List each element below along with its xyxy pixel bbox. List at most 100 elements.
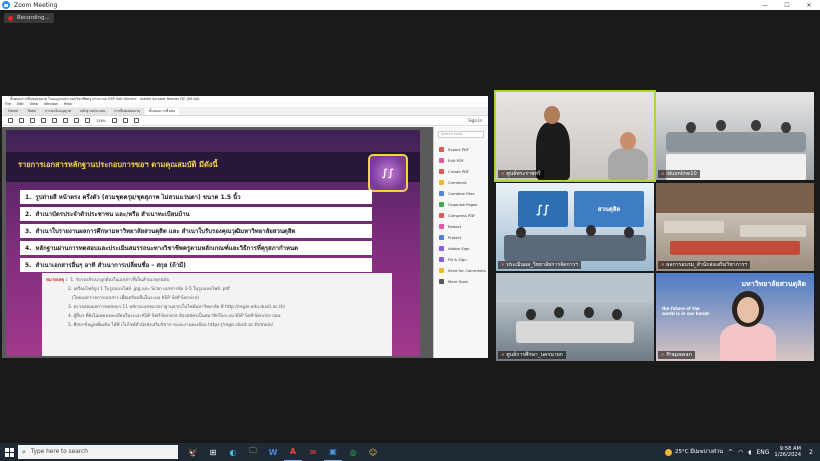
slide-title: รายการเอกสารหลักฐานประกอบการขอฯ ตามคุณสม… — [18, 160, 218, 169]
tab-home[interactable]: Home — [4, 108, 23, 115]
tools-search-input[interactable]: Search tools — [438, 131, 484, 138]
menu-file[interactable]: File — [5, 102, 11, 107]
notification-center-icon[interactable]: 2 — [806, 447, 816, 457]
participant-tile[interactable]: ∫∫ สวนดุสิต ประเมินผล_วิทยาลัยการจัดการฯ — [496, 183, 654, 271]
file-explorer-icon[interactable]: 🗀 — [244, 443, 262, 461]
tool-label: Adobe Sign — [448, 246, 470, 251]
cursor-icon[interactable] — [74, 118, 79, 123]
note-text: (โดยแยกรายการเอกสาร เพื่อเตรียมยื่นในระบ… — [72, 296, 199, 301]
tool-item[interactable]: Comment — [434, 177, 488, 188]
chevron-up-icon[interactable]: ^ — [728, 449, 733, 456]
print-icon[interactable] — [19, 118, 24, 123]
wifi-icon[interactable]: ◠ — [738, 449, 743, 456]
tool-icon — [439, 224, 444, 229]
acrobat-tools-pane: Search tools Export PDF Edit PDF Create PD… — [433, 127, 488, 358]
tab-doc-3[interactable]: การยื่นขอต่ออายุ — [110, 108, 144, 115]
tab-tools[interactable]: Tools — [23, 108, 40, 115]
windows-logo-icon — [4, 447, 14, 457]
task-view-icon[interactable]: ⊞ — [204, 443, 222, 461]
tools-list: Export PDF Edit PDF Create PDF Comment Combi… — [434, 144, 488, 287]
tool-item[interactable]: Protect — [434, 232, 488, 243]
tool-item[interactable]: Adobe Sign — [434, 243, 488, 254]
tool-item[interactable]: More Tools — [434, 276, 488, 287]
acrobat-toolbar: 126% Sign In — [2, 116, 488, 126]
clock[interactable]: 9:58 AM 1/26/2024 — [774, 446, 801, 459]
note-row: 3. ตรวจสอบผลการทดสอบฯ 11 หลักรองเลขมาตรา… — [46, 303, 388, 312]
tool-icon — [439, 202, 444, 207]
widget-eagle-icon[interactable]: 🦅 — [184, 443, 202, 461]
person-head — [620, 132, 636, 150]
tab-doc-active[interactable]: ขั้นตอนการยื่นขอ — [144, 108, 180, 115]
search-icon[interactable] — [41, 118, 46, 123]
menu-window[interactable]: Window — [44, 102, 58, 107]
tool-item[interactable]: Redact — [434, 221, 488, 232]
tool-label: More Tools — [448, 279, 468, 284]
sign-in-link[interactable]: Sign In — [468, 118, 482, 123]
zoom-app-icon[interactable]: ▣ — [324, 443, 342, 461]
close-button[interactable]: ✕ — [798, 0, 820, 10]
mail-icon[interactable] — [30, 118, 35, 123]
hand-icon[interactable] — [85, 118, 90, 123]
menu-view[interactable]: View — [30, 102, 38, 107]
mail-app-icon[interactable]: ✉ — [304, 443, 322, 461]
comment-icon[interactable] — [112, 118, 118, 123]
record-dot-icon — [8, 15, 13, 21]
tool-label: Compress PDF — [448, 213, 476, 218]
windows-taskbar: ⌕ Type here to search 🦅 ⊞ ◐ 🗀 W A ✉ ▣ ◎ … — [0, 443, 820, 461]
sign-icon[interactable] — [134, 118, 140, 123]
tool-item[interactable]: Combine Files — [434, 188, 488, 199]
language-indicator[interactable]: ENG — [756, 449, 769, 456]
window-controls: — ☐ ✕ — [754, 0, 820, 10]
menu-edit[interactable]: Edit — [17, 102, 24, 107]
person-head — [751, 120, 761, 131]
page-down-icon[interactable] — [63, 118, 68, 123]
tool-item[interactable]: Edit PDF — [434, 155, 488, 166]
taskbar-apps: 🦅 ⊞ ◐ 🗀 W A ✉ ▣ ◎ ☺ — [184, 443, 382, 461]
line-app-icon[interactable]: ◎ — [344, 443, 362, 461]
tool-item[interactable]: Send for Comments — [434, 265, 488, 276]
tab-doc-2[interactable]: หลักฐานประกอบ — [76, 108, 110, 115]
list-item: 1. รูปถ่ายสี หน้าตรง ครึ่งตัว (สวมชุดครุย… — [20, 190, 372, 204]
tool-icon — [439, 235, 444, 240]
tool-label: Send for Comments — [448, 268, 486, 273]
weather-widget[interactable]: 25°C มีเมฆบางส่วน — [664, 448, 723, 456]
tab-doc-1[interactable]: การขอใบอนุญาต — [40, 108, 76, 115]
list-text: สำเนาใบรายงานผลการศึกษามหาวิทยาลัยสวนดุส… — [35, 228, 296, 235]
minimize-button[interactable]: — — [754, 0, 776, 10]
recording-indicator[interactable]: Recording... — [4, 13, 54, 23]
tool-icon — [439, 191, 444, 196]
highlight-icon[interactable] — [123, 118, 129, 123]
tool-item[interactable]: Create PDF — [434, 166, 488, 177]
maximize-button[interactable]: ☐ — [776, 0, 798, 10]
save-icon[interactable] — [8, 118, 13, 123]
word-icon[interactable]: W — [264, 443, 282, 461]
tool-icon — [439, 279, 444, 284]
person-head — [716, 120, 726, 131]
edge-browser-icon[interactable]: ◐ — [224, 443, 242, 461]
participant-tile[interactable]: ศูนย์การศึกษา_นครนายก — [496, 273, 654, 361]
tool-item[interactable]: Export PDF — [434, 144, 488, 155]
acrobat-tabs: Home Tools การขอใบอนุญาต หลักฐานประกอบ ก… — [2, 107, 488, 116]
note-text: 3. ตรวจสอบผลการทดสอบฯ 11 หลักรองเลขมาตรา… — [68, 305, 286, 310]
tool-item[interactable]: Fill & Sign — [434, 254, 488, 265]
participant-tile[interactable]: ผลการอบรม_สำนักส่งเสริมวิชาการฯ — [656, 183, 814, 271]
menu-help[interactable]: Help — [64, 102, 72, 107]
page-up-icon[interactable] — [52, 118, 57, 123]
taskbar-search-input[interactable]: ⌕ Type here to search — [18, 445, 178, 459]
tool-label: Export PDF — [448, 147, 470, 152]
zoom-level[interactable]: 126% — [96, 119, 106, 123]
chrome-icon[interactable]: ☺ — [364, 443, 382, 461]
tool-label: Combine Files — [448, 191, 475, 196]
participant-tile[interactable]: ศูนย์พระราชทรี — [494, 90, 656, 182]
tool-item[interactable]: Compress PDF — [434, 210, 488, 221]
participant-name: ประเมินผล_วิทยาลัยการจัดการฯ — [498, 261, 582, 269]
list-item: 3. สำเนาใบรายงานผลการศึกษามหาวิทยาลัยสวนด… — [20, 224, 372, 238]
participant-tile[interactable]: มหาวิทยาลัยสวนดุสิต the future of the wo… — [656, 273, 814, 361]
start-button[interactable] — [0, 443, 18, 461]
tool-icon — [439, 158, 444, 163]
person-head — [516, 227, 526, 238]
tool-item[interactable]: Organize Pages — [434, 199, 488, 210]
participant-tile[interactable]: iduonline10 — [656, 92, 814, 180]
acrobat-icon[interactable]: A — [284, 443, 302, 461]
volume-icon[interactable]: ◖ — [748, 449, 751, 456]
